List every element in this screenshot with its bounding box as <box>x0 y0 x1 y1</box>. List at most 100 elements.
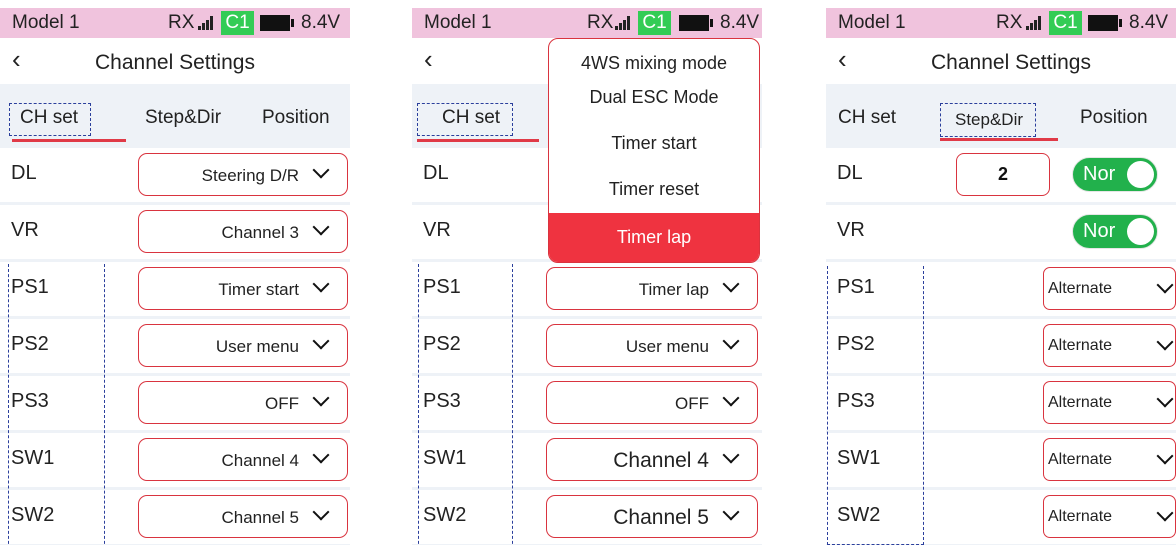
chevron-left-icon[interactable]: ‹ <box>424 44 433 75</box>
focus-highlight <box>418 264 513 545</box>
select-value: OFF <box>265 394 299 413</box>
select-value: Alternate <box>1048 451 1113 468</box>
chevron-down-icon <box>721 276 743 298</box>
chevron-down-icon <box>311 162 333 184</box>
tab-bar: CH set Step&Dir Position <box>826 91 1176 145</box>
focus-highlight <box>827 266 924 545</box>
model-name: Model 1 <box>838 12 906 33</box>
chevron-down-icon <box>1155 277 1176 299</box>
tab-position[interactable]: Position <box>262 107 330 129</box>
status-bar: Model 1 RX C1 8.4V <box>412 8 762 38</box>
tab-step-dir[interactable]: Step&Dir <box>940 103 1037 137</box>
battery-icon <box>679 15 713 31</box>
toggle-label: Nor <box>1083 163 1116 185</box>
voltage-label: 8.4V <box>720 12 760 33</box>
battery-icon <box>1088 15 1122 31</box>
mode-select[interactable]: Alternate <box>1043 267 1176 310</box>
mode-select[interactable]: Alternate <box>1043 324 1176 367</box>
select-value: Channel 5 <box>613 506 709 529</box>
direction-toggle[interactable]: Nor <box>1072 157 1158 192</box>
dropdown-option[interactable]: Timer start <box>549 133 759 154</box>
select-value: Timer start <box>218 280 299 299</box>
select-value: User menu <box>215 337 299 356</box>
signal-icon <box>615 16 631 30</box>
function-select[interactable]: Channel 4 <box>546 438 758 481</box>
list-item: DL 2 Nor <box>826 148 1176 202</box>
nav-bar: ‹ Channel Settings <box>0 38 350 84</box>
signal-icon <box>1026 16 1042 30</box>
tab-position[interactable]: Position <box>1080 107 1148 129</box>
select-value: Timer lap <box>638 280 709 299</box>
function-select[interactable]: OFF <box>546 381 758 424</box>
screen-ch-set-dropdown: Model 1 RX C1 8.4V ‹ CH set DL VR PS1 Ti… <box>412 8 762 545</box>
step-value-field[interactable]: 2 <box>956 153 1050 196</box>
chevron-down-icon <box>311 447 333 469</box>
dropdown-option[interactable]: Dual ESC Mode <box>549 87 759 108</box>
tab-ch-set[interactable]: CH set <box>838 107 896 129</box>
dropdown-option-selected[interactable]: Timer lap <box>549 213 759 262</box>
focus-highlight <box>8 264 105 545</box>
chevron-down-icon <box>1155 505 1176 527</box>
dropdown-option[interactable]: Timer reset <box>549 179 759 200</box>
function-select[interactable]: Channel 3 <box>138 210 348 253</box>
function-select[interactable]: OFF <box>138 381 348 424</box>
toggle-label: Nor <box>1083 220 1116 242</box>
select-value: Alternate <box>1048 508 1113 525</box>
tab-bar: CH set Step&Dir Position <box>0 91 350 145</box>
chevron-down-icon <box>1155 448 1176 470</box>
mode-select[interactable]: Alternate <box>1043 381 1176 424</box>
chevron-down-icon <box>721 390 743 412</box>
function-select[interactable]: User menu <box>138 324 348 367</box>
function-select[interactable]: Steering D/R <box>138 153 348 196</box>
status-bar: Model 1 RX C1 8.4V <box>0 8 350 38</box>
rx-label: RX <box>168 12 195 33</box>
chevron-down-icon <box>1155 391 1176 413</box>
function-select[interactable]: Channel 4 <box>138 438 348 481</box>
row-label: DL <box>423 162 449 184</box>
chevron-down-icon <box>721 504 743 526</box>
function-select[interactable]: Timer start <box>138 267 348 310</box>
mode-select[interactable]: Alternate <box>1043 438 1176 481</box>
status-bar: Model 1 RX C1 8.4V <box>826 8 1176 38</box>
row-label: VR <box>837 219 865 241</box>
list-item: VR Nor <box>826 205 1176 259</box>
select-value: Alternate <box>1048 280 1113 297</box>
tab-step-dir[interactable]: Step&Dir <box>145 107 221 129</box>
row-label: VR <box>423 219 451 241</box>
voltage-label: 8.4V <box>1129 12 1169 33</box>
model-name: Model 1 <box>12 12 80 33</box>
function-select[interactable]: User menu <box>546 324 758 367</box>
toggle-knob <box>1127 161 1154 188</box>
page-title: Channel Settings <box>95 51 255 74</box>
dropdown-option[interactable]: 4WS mixing mode <box>549 53 759 74</box>
chevron-down-icon <box>311 390 333 412</box>
tab-ch-set[interactable]: CH set <box>417 103 514 136</box>
toggle-knob <box>1127 218 1154 245</box>
chevron-down-icon <box>311 219 333 241</box>
function-select[interactable]: Timer lap <box>546 267 758 310</box>
select-value: Alternate <box>1048 394 1113 411</box>
tab-ch-set[interactable]: CH set <box>9 103 92 136</box>
tab-underline <box>940 138 1058 141</box>
signal-icon <box>198 16 214 30</box>
page-title: Channel Settings <box>931 51 1091 74</box>
select-value: Steering D/R <box>201 166 299 185</box>
function-select[interactable]: Channel 5 <box>546 495 758 538</box>
chevron-down-icon <box>311 333 333 355</box>
screen-step-dir: Model 1 RX C1 8.4V ‹ Channel Settings CH… <box>826 8 1176 545</box>
rx-label: RX <box>996 12 1023 33</box>
select-value: Alternate <box>1048 337 1113 354</box>
row-label: VR <box>11 219 39 241</box>
list-item: VR Channel 3 <box>0 205 350 259</box>
channel-badge: C1 <box>1049 11 1082 35</box>
row-label: DL <box>837 162 863 184</box>
select-value: User menu <box>625 337 709 356</box>
model-name: Model 1 <box>424 12 492 33</box>
function-select[interactable]: Channel 5 <box>138 495 348 538</box>
chevron-down-icon <box>311 276 333 298</box>
mode-select[interactable]: Alternate <box>1043 495 1176 538</box>
select-value: Channel 4 <box>221 451 299 470</box>
chevron-down-icon <box>1155 334 1176 356</box>
nav-bar: ‹ Channel Settings <box>826 38 1176 84</box>
direction-toggle[interactable]: Nor <box>1072 214 1158 249</box>
